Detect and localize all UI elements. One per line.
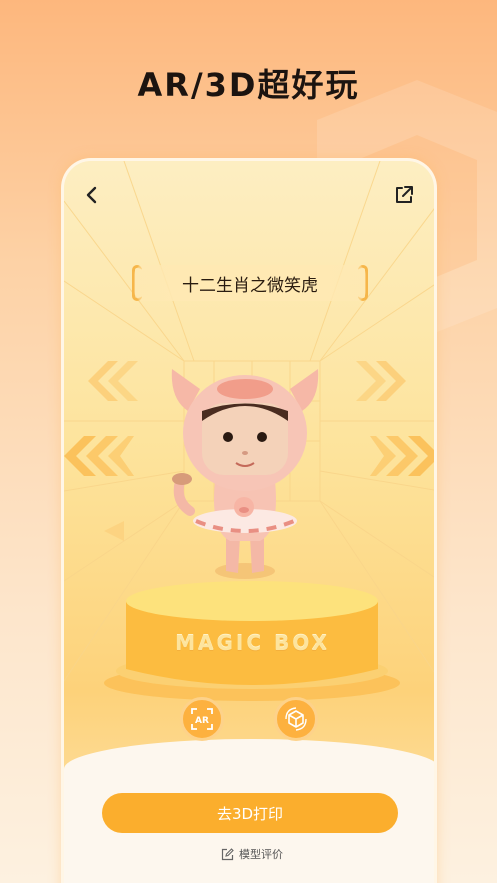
review-label: 模型评价 [239, 848, 283, 861]
chevron-decor-right-bottom [370, 436, 434, 476]
headline: AR/3D超好玩 [137, 66, 360, 104]
brand-text: MAGIC BOX [175, 631, 330, 655]
model-title: 十二生肖之微笑虎 [134, 265, 366, 301]
chevron-left-icon[interactable] [80, 183, 104, 207]
chevron-decor-right-top [356, 361, 406, 401]
phone-frame: 十二生肖之微笑虎 MAGIC BOX AR 去3D打印 模型评价 [61, 158, 437, 883]
chevron-decor-left-bottom [64, 436, 134, 476]
share-icon[interactable] [392, 183, 416, 207]
3d-cube-rotate-icon [285, 707, 307, 731]
chevron-decor-left-top [88, 361, 138, 401]
ar-icon: AR [191, 708, 213, 730]
3d-print-button[interactable]: 去3D打印 [102, 793, 398, 833]
ar-button-label: AR [195, 716, 209, 726]
pig-costume-figure[interactable] [160, 361, 330, 596]
ar-button[interactable]: AR [180, 697, 224, 741]
edit-icon [221, 847, 234, 860]
model-review-link[interactable]: 模型评价 [64, 846, 434, 862]
3d-view-button[interactable] [274, 697, 318, 741]
